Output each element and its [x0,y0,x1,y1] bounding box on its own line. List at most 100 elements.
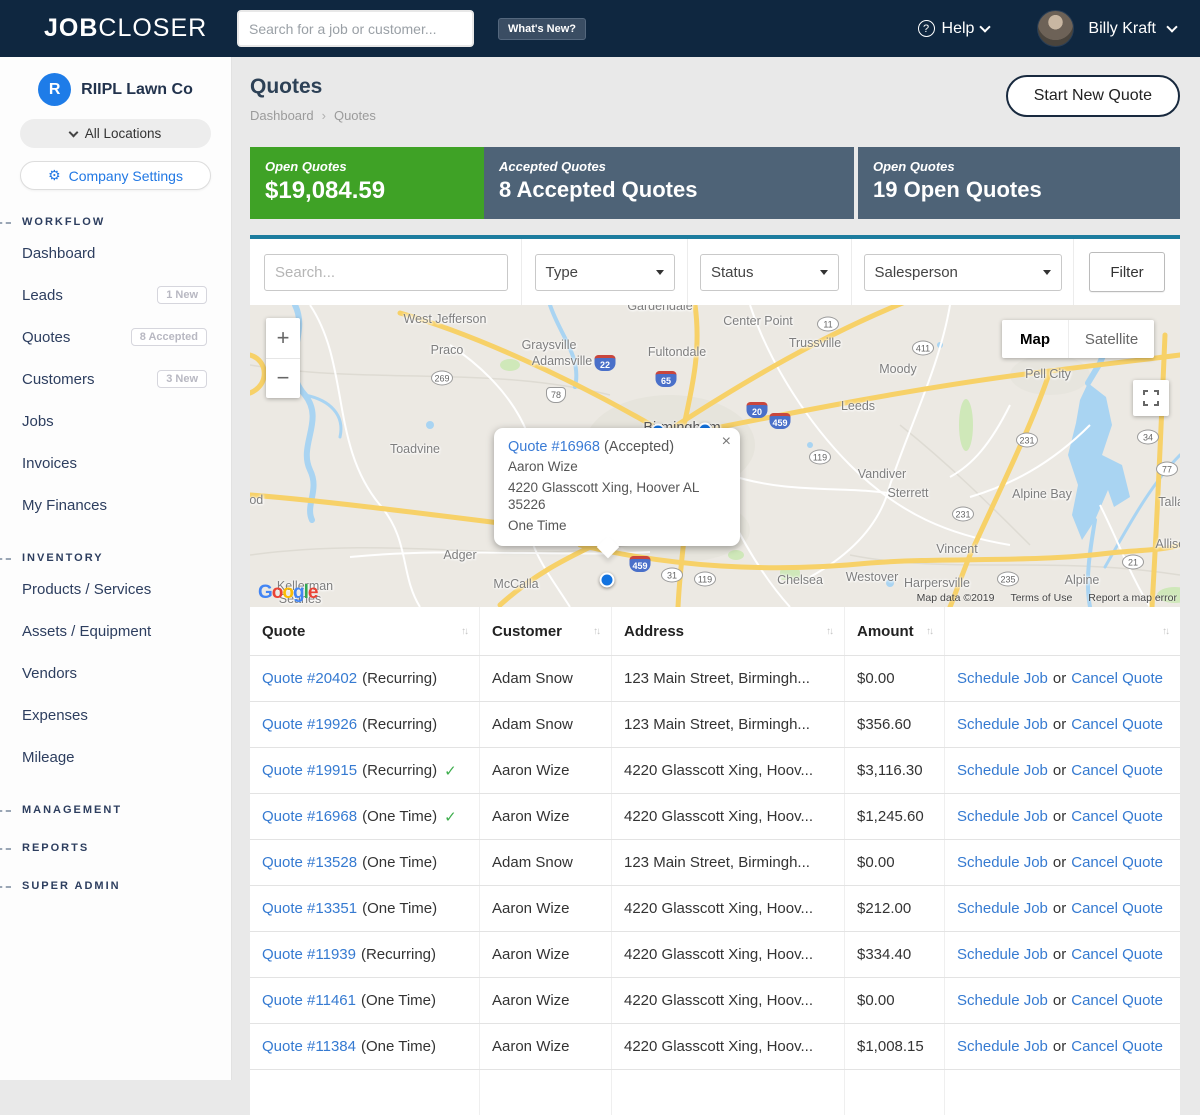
terms-of-use-link[interactable]: Terms of Use [1010,592,1072,604]
cancel-quote-link[interactable]: Cancel Quote [1071,716,1163,733]
map-town-label: Pell City [1025,367,1071,381]
sidebar-item-invoices[interactable]: Invoices [0,442,231,484]
sort-icon[interactable]: ↑↓ [1162,626,1168,637]
sidebar-item-vendors[interactable]: Vendors [0,652,231,694]
schedule-job-link[interactable]: Schedule Job [957,1038,1048,1055]
cancel-quote-link[interactable]: Cancel Quote [1071,1038,1163,1055]
type-select[interactable]: Type [535,254,675,291]
cancel-quote-link[interactable]: Cancel Quote [1071,900,1163,917]
fullscreen-button[interactable] [1133,380,1169,416]
schedule-job-link[interactable]: Schedule Job [957,808,1048,825]
route-shield-icon: 231 [1016,433,1038,448]
section-reports[interactable]: REPORTS [0,842,231,854]
sidebar-item-products-services[interactable]: Products / Services [0,568,231,610]
start-new-quote-button[interactable]: Start New Quote [1006,75,1180,117]
schedule-job-link[interactable]: Schedule Job [957,670,1048,687]
sort-icon[interactable]: ↑↓ [826,626,832,637]
quote-link[interactable]: Quote #11939 [262,946,356,963]
quote-link[interactable]: Quote #11461 [262,992,356,1009]
quote-cell: Quote #19915 (Recurring) ✓ [250,748,480,793]
map-town-label: Allison Mills [1155,537,1180,551]
quote-link[interactable]: Quote #11384 [262,1038,356,1055]
sidebar-item-mileage[interactable]: Mileage [0,736,231,778]
schedule-job-link[interactable]: Schedule Job [957,900,1048,917]
user-menu-chevron-icon[interactable] [1166,21,1177,32]
quote-link[interactable]: Quote #16968 [262,808,357,825]
quote-link[interactable]: Quote #13528 [262,854,357,871]
whats-new-button[interactable]: What's New? [498,18,586,40]
or-label: or [1053,762,1066,779]
sidebar-item-expenses[interactable]: Expenses [0,694,231,736]
schedule-job-link[interactable]: Schedule Job [957,762,1048,779]
user-name[interactable]: Billy Kraft [1088,20,1156,38]
global-search-input[interactable] [237,10,474,47]
sidebar-item-my-finances[interactable]: My Finances [0,484,231,526]
schedule-job-link[interactable]: Schedule Job [957,946,1048,963]
header-actions[interactable]: ↑↓ [945,607,1180,655]
report-map-error-link[interactable]: Report a map error [1088,592,1177,604]
quotes-map[interactable]: GardendaleWest JeffersonCenter PointTrus… [250,305,1180,607]
cancel-quote-link[interactable]: Cancel Quote [1071,854,1163,871]
sidebar-item-jobs[interactable]: Jobs [0,400,231,442]
status-select[interactable]: Status [700,254,839,291]
close-icon[interactable]: × [722,433,731,451]
cancel-quote-link[interactable]: Cancel Quote [1071,670,1163,687]
info-quote-status: (Accepted) [604,439,674,455]
quotes-panel: Type Status Salesperson Filter [250,235,1180,1115]
sidebar-item-assets-equipment[interactable]: Assets / Equipment [0,610,231,652]
map-attribution: Map data ©2019 Terms of Use Report a map… [917,592,1177,604]
map-type-map-button[interactable]: Map [1002,320,1068,358]
filter-bar: Type Status Salesperson Filter [250,235,1180,305]
sidebar-item-dashboard[interactable]: Dashboard [0,232,231,274]
cancel-quote-link[interactable]: Cancel Quote [1071,808,1163,825]
sidebar-item-quotes[interactable]: Quotes8 Accepted [0,316,231,358]
google-logo[interactable]: Google [258,582,317,604]
salesperson-select[interactable]: Salesperson [864,254,1062,291]
company-settings-button[interactable]: ⚙ Company Settings [20,161,211,190]
section-management[interactable]: MANAGEMENT [0,804,231,816]
route-shield-icon: 20 [747,402,768,418]
map-town-label: Sterrett [888,486,929,500]
map-type-satellite-button[interactable]: Satellite [1068,320,1154,358]
map-town-label: McCalla [493,577,538,591]
quote-map-marker[interactable] [600,573,615,588]
schedule-job-link[interactable]: Schedule Job [957,854,1048,871]
quotes-badge: 8 Accepted [131,328,207,346]
section-super-admin[interactable]: SUPER ADMIN [0,880,231,892]
cancel-quote-link[interactable]: Cancel Quote [1071,762,1163,779]
google-logo-letter: G [258,582,272,603]
help-menu[interactable]: ? Help [918,20,990,38]
item-label: Products / Services [22,581,151,598]
map-zoom-control: + − [266,318,300,398]
actions-cell: Schedule Job or Cancel Quote [945,1024,1180,1069]
cancel-quote-link[interactable]: Cancel Quote [1071,992,1163,1009]
quotes-search-input[interactable] [264,254,508,291]
schedule-job-link[interactable]: Schedule Job [957,716,1048,733]
all-locations-dropdown[interactable]: All Locations [20,119,211,148]
address-cell: 4220 Glasscott Xing, Hoov... [612,932,845,977]
user-avatar[interactable] [1037,10,1074,47]
table-row: Quote #11939 (Recurring) Aaron Wize 4220… [250,931,1180,977]
sort-icon[interactable]: ↑↓ [593,626,599,637]
amount-cell: $212.00 [845,886,945,931]
header-quote[interactable]: Quote↑↓ [250,607,480,655]
sort-icon[interactable]: ↑↓ [926,626,932,637]
sidebar-item-leads[interactable]: Leads1 New [0,274,231,316]
quote-link[interactable]: Quote #19915 [262,762,357,779]
quote-link[interactable]: Quote #20402 [262,670,357,687]
info-quote-link[interactable]: Quote #16968 [508,439,600,455]
header-address[interactable]: Address↑↓ [612,607,845,655]
quote-link[interactable]: Quote #19926 [262,716,357,733]
schedule-job-link[interactable]: Schedule Job [957,992,1048,1009]
sidebar-item-customers[interactable]: Customers3 New [0,358,231,400]
zoom-out-button[interactable]: − [266,359,300,399]
cancel-quote-link[interactable]: Cancel Quote [1071,946,1163,963]
open-quotes-count-card: Open Quotes 19 Open Quotes [858,147,1180,219]
sort-icon[interactable]: ↑↓ [461,626,467,637]
breadcrumb-dashboard[interactable]: Dashboard [250,108,314,123]
header-customer[interactable]: Customer↑↓ [480,607,612,655]
zoom-in-button[interactable]: + [266,318,300,359]
filter-button[interactable]: Filter [1089,252,1165,292]
quote-link[interactable]: Quote #13351 [262,900,357,917]
header-amount[interactable]: Amount↑↓ [845,607,945,655]
